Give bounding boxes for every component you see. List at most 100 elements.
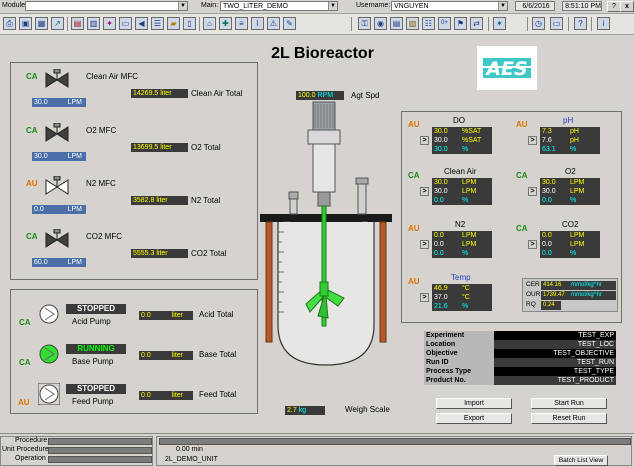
- switch-icon[interactable]: ⇄: [470, 17, 483, 30]
- loop-value[interactable]: 0.0 LPM: [540, 240, 600, 249]
- grid-icon[interactable]: ▦: [35, 17, 48, 30]
- mfc-flow-value[interactable]: 0.0 LPM: [32, 205, 86, 214]
- setpoint-arrow-icon[interactable]: >: [528, 136, 537, 145]
- info-value[interactable]: TEST_TYPE: [494, 367, 616, 376]
- mfc-flow-value[interactable]: 30.0 LPM: [32, 152, 86, 161]
- mfc-total-value[interactable]: 3582.8 liter: [131, 196, 188, 205]
- setpoint-arrow-icon[interactable]: >: [528, 187, 537, 196]
- disk-icon[interactable]: ▣: [19, 17, 32, 30]
- loop-value[interactable]: 0.0 LPM: [432, 231, 492, 240]
- export-button[interactable]: Export: [436, 413, 512, 424]
- agitation-speed-value[interactable]: 100.0 RPM: [296, 91, 344, 100]
- valve-icon[interactable]: [44, 68, 70, 91]
- page-icon[interactable]: ▯: [183, 17, 196, 30]
- chevron-down-icon[interactable]: ▼: [498, 2, 507, 10]
- lock-icon[interactable]: ⚿: [358, 17, 371, 30]
- flag-icon[interactable]: ⚑: [454, 17, 467, 30]
- loop-value[interactable]: 63.1%: [540, 145, 600, 154]
- setpoint-arrow-icon[interactable]: >: [420, 240, 429, 249]
- camera-icon[interactable]: ◉: [374, 17, 387, 30]
- setpoint-arrow-icon[interactable]: >: [420, 293, 429, 302]
- loop-value[interactable]: 0.0 LPM: [432, 240, 492, 249]
- pump-total-value[interactable]: 0.0 liter: [139, 311, 193, 320]
- note-icon[interactable]: ✎: [283, 17, 296, 30]
- loop-value[interactable]: 37.0 °C: [432, 293, 492, 302]
- loop-value[interactable]: 30.0 %SAT: [432, 136, 492, 145]
- monitor-icon[interactable]: ▭: [550, 17, 563, 30]
- loop-value[interactable]: 0.0%: [540, 196, 600, 205]
- rate-value[interactable]: 1739.47 mmol/kg^hr: [541, 291, 616, 300]
- pump-total-value[interactable]: 0.0 liter: [139, 351, 193, 360]
- clock-icon[interactable]: ◷: [532, 17, 545, 30]
- info-icon[interactable]: i: [597, 17, 610, 30]
- pump-total-value[interactable]: 0.0 liter: [139, 391, 193, 400]
- mfc-total-value[interactable]: 5555.3 liter: [131, 249, 188, 258]
- mode-indicator[interactable]: CA: [26, 72, 38, 81]
- setpoint-arrow-icon[interactable]: >: [528, 240, 537, 249]
- loop-value[interactable]: 0.0 LPM: [540, 231, 600, 240]
- loop-value[interactable]: 30.0 LPM: [540, 178, 600, 187]
- trend-icon[interactable]: ⌇: [251, 17, 264, 30]
- loop-value[interactable]: 30.0 LPM: [432, 178, 492, 187]
- mode-indicator[interactable]: CA: [19, 358, 31, 367]
- loop-value[interactable]: 46.9 °C: [432, 284, 492, 293]
- mode-indicator[interactable]: CA: [26, 126, 38, 135]
- loop-value[interactable]: 30.0 %SAT: [432, 127, 492, 136]
- mfc-flow-value[interactable]: 30.0 LPM: [32, 98, 86, 107]
- window-icon[interactable]: ▥: [87, 17, 100, 30]
- doc-list-icon[interactable]: ≡: [235, 17, 248, 30]
- mode-indicator[interactable]: CA: [516, 224, 528, 233]
- chevron-down-icon[interactable]: ▼: [178, 2, 187, 10]
- info-value[interactable]: TEST_LOC: [494, 340, 616, 349]
- loop-value[interactable]: 0.0%: [540, 249, 600, 258]
- rate-value[interactable]: 0.24: [541, 301, 561, 310]
- stack-icon[interactable]: ☷: [422, 17, 435, 30]
- help-icon[interactable]: ?: [574, 17, 587, 30]
- import-button[interactable]: Import: [436, 398, 512, 409]
- info-value[interactable]: TEST_OBJECTIVE: [494, 349, 616, 358]
- mode-indicator[interactable]: CA: [26, 232, 38, 241]
- start-run-button[interactable]: Start Run: [531, 398, 607, 409]
- rate-value[interactable]: 414.16 mmol/kg^hr: [541, 281, 616, 290]
- module-select[interactable]: ▼: [25, 1, 188, 11]
- list-icon[interactable]: ☰: [151, 17, 164, 30]
- mode-indicator[interactable]: CA: [19, 318, 31, 327]
- mfc-total-value[interactable]: 14269.5 liter: [131, 89, 188, 98]
- open-folder-icon[interactable]: ⌂: [203, 17, 216, 30]
- loop-value[interactable]: 30.0 LPM: [540, 187, 600, 196]
- weigh-scale-value[interactable]: 2.7 kg: [285, 406, 325, 415]
- valve-icon[interactable]: [44, 228, 70, 251]
- valve-icon[interactable]: [44, 175, 70, 198]
- setpoint-arrow-icon[interactable]: >: [420, 136, 429, 145]
- loop-value[interactable]: 30.0%: [432, 145, 492, 154]
- main-select[interactable]: TWO_LITER_DEMO ▼: [220, 1, 338, 11]
- print-icon[interactable]: ⎙: [3, 17, 16, 30]
- loop-value[interactable]: 0.0%: [432, 249, 492, 258]
- mode-indicator[interactable]: AU: [26, 179, 38, 188]
- folder-icon[interactable]: ▰: [167, 17, 180, 30]
- plus-icon[interactable]: ✚: [219, 17, 232, 30]
- box-icon[interactable]: ▧: [406, 17, 419, 30]
- reset-run-button[interactable]: Reset Run: [531, 413, 607, 424]
- spark-icon[interactable]: ✦: [103, 17, 116, 30]
- chevron-down-icon[interactable]: ▼: [328, 2, 337, 10]
- loop-value[interactable]: 0.0%: [432, 196, 492, 205]
- mode-indicator[interactable]: AU: [408, 120, 420, 129]
- mode-indicator[interactable]: AU: [408, 224, 420, 233]
- mode-indicator[interactable]: AU: [516, 120, 528, 129]
- pump-icon[interactable]: [38, 343, 60, 365]
- mode-indicator[interactable]: CA: [516, 171, 528, 180]
- valve-icon[interactable]: [44, 122, 70, 145]
- chart-icon[interactable]: ↗: [51, 17, 64, 30]
- info-value[interactable]: TEST_EXP: [494, 331, 616, 340]
- mode-indicator[interactable]: CA: [408, 171, 420, 180]
- username-field[interactable]: VNGUYEN ▼: [391, 1, 508, 11]
- pump-icon[interactable]: [37, 382, 61, 406]
- info-value[interactable]: TEST_RUN: [494, 358, 616, 367]
- report-icon[interactable]: ▤: [390, 17, 403, 30]
- table-icon[interactable]: ▤: [71, 17, 84, 30]
- counter-icon[interactable]: 0+: [438, 17, 451, 30]
- mode-indicator[interactable]: AU: [408, 277, 420, 286]
- batch-list-view-button[interactable]: Batch List View: [554, 455, 608, 466]
- back-arrow-icon[interactable]: ◀: [135, 17, 148, 30]
